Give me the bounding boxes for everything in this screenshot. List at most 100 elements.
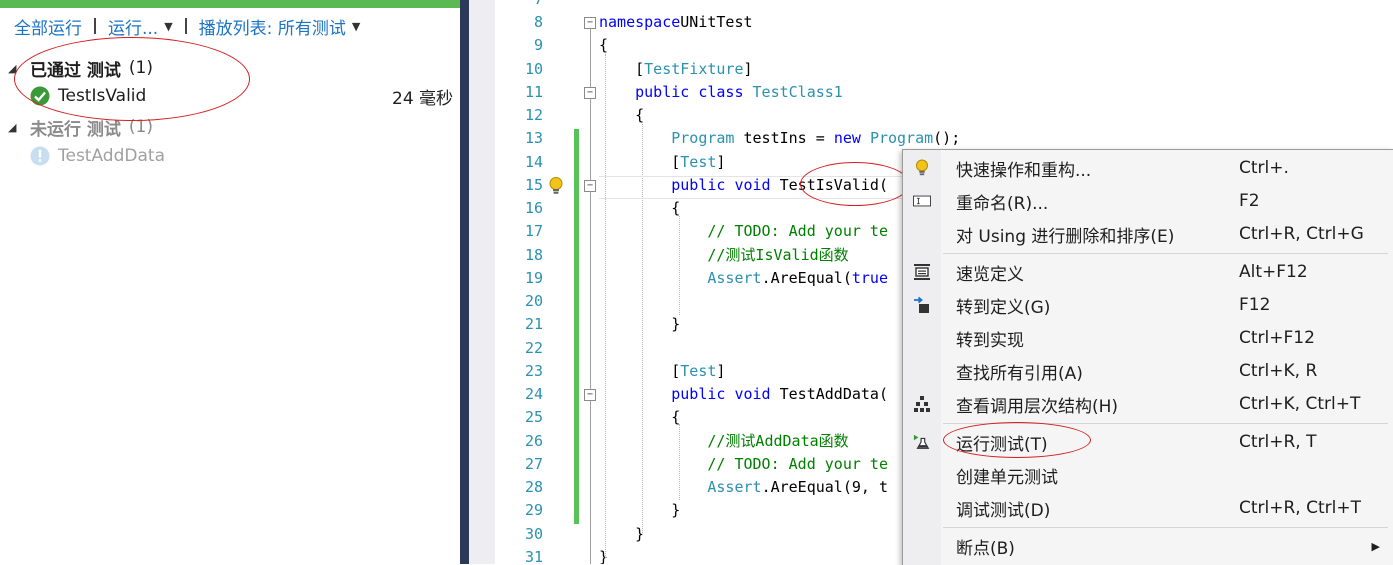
code-line[interactable]: [TestFixture] xyxy=(599,58,752,81)
test-item-testadddata[interactable]: TestAddData xyxy=(30,144,165,168)
line-number: 26 xyxy=(524,431,543,450)
line-number: 19 xyxy=(524,268,543,287)
line-number: 10 xyxy=(524,59,543,78)
code-token: public void xyxy=(671,385,780,403)
menu-item-shortcut: Ctrl+. xyxy=(1239,158,1289,178)
menu-item-label: 断点(B) xyxy=(956,538,1015,559)
menu-item[interactable]: 创建单元测试 xyxy=(903,459,1393,491)
chevron-down-icon[interactable]: ▼ xyxy=(164,20,172,33)
menu-item-shortcut: Ctrl+F12 xyxy=(1239,328,1315,348)
code-line[interactable]: //测试AddData函数 xyxy=(599,430,848,453)
menu-item-label: 转到定义(G) xyxy=(956,297,1051,318)
menu-item[interactable]: 重命名(R)... F2 xyxy=(903,185,1393,217)
code-token: // TODO: Add your te xyxy=(707,222,888,241)
menu-item-shortcut: Ctrl+R, T xyxy=(1239,432,1317,452)
menu-item[interactable]: 查看调用层次结构(H) Ctrl+K, Ctrl+T xyxy=(903,388,1393,420)
test-item-testisvalid[interactable]: TestIsValid xyxy=(30,84,146,108)
line-number: 22 xyxy=(524,338,543,357)
menu-item[interactable]: 快速操作和重构... Ctrl+. xyxy=(903,152,1393,184)
menu-item[interactable]: 速览定义 Alt+F12 xyxy=(903,256,1393,288)
code-line[interactable]: { xyxy=(599,197,680,220)
line-number: 30 xyxy=(524,524,543,543)
info-circle-icon xyxy=(30,146,50,166)
code-token: [ xyxy=(599,152,681,171)
collapse-icon[interactable]: − xyxy=(584,17,596,29)
menu-item[interactable]: 转到定义(G) F12 xyxy=(903,289,1393,321)
menu-item[interactable]: 对 Using 进行删除和排序(E) Ctrl+R, Ctrl+G xyxy=(903,218,1393,250)
chevron-down-icon[interactable]: ▼ xyxy=(352,20,360,33)
line-number: 9 xyxy=(533,36,543,55)
menu-item-label: 运行测试(T) xyxy=(956,434,1048,455)
indent-guide xyxy=(605,54,606,558)
test-name: TestIsValid xyxy=(58,86,147,106)
code-token: { xyxy=(599,36,609,55)
menu-item[interactable]: 查找所有引用(A) Ctrl+K, R xyxy=(903,355,1393,387)
panel-splitter[interactable] xyxy=(460,0,469,564)
code-token: .AreEqual( xyxy=(761,268,852,287)
expand-triangle-icon[interactable]: ◢ xyxy=(8,62,30,75)
collapse-icon[interactable]: − xyxy=(584,87,596,99)
test-group-passed[interactable]: ◢ 已通过 测试 (1) xyxy=(8,56,154,81)
code-line[interactable]: { xyxy=(599,406,680,429)
code-token: { xyxy=(599,199,681,217)
line-number: 29 xyxy=(524,501,543,520)
lightbulb-icon[interactable] xyxy=(547,176,565,196)
code-line[interactable]: //测试IsValid函数 xyxy=(599,244,849,267)
code-token: .AreEqual(9, t xyxy=(761,478,888,496)
code-token: //测试IsValid函数 xyxy=(707,245,849,264)
run-test-icon xyxy=(913,433,931,451)
line-number: 24 xyxy=(524,385,543,403)
run-all-link[interactable]: 全部运行 xyxy=(14,14,82,39)
menu-item-label: 查看调用层次结构(H) xyxy=(956,396,1119,417)
expand-triangle-icon[interactable]: ◢ xyxy=(8,121,30,134)
menu-item-label: 转到实现 xyxy=(956,330,1024,351)
code-line[interactable]: namespaceUNitTest xyxy=(599,11,753,34)
code-line[interactable]: } xyxy=(599,313,680,336)
line-number: 27 xyxy=(524,454,543,473)
code-line[interactable]: Program testIns = new Program(); xyxy=(599,127,960,150)
code-token: TestAddData( xyxy=(779,385,888,403)
menu-item-label: 创建单元测试 xyxy=(956,467,1058,488)
run-menu-link[interactable]: 运行... xyxy=(108,14,158,39)
menu-item[interactable]: 调试测试(D) Ctrl+R, Ctrl+T xyxy=(903,492,1393,524)
lightbulb-icon xyxy=(913,159,931,177)
playlist-dropdown[interactable]: 播放列表: 所有测试 xyxy=(199,14,346,39)
code-line[interactable]: [Test] xyxy=(599,151,725,174)
code-token: TestClass1 xyxy=(752,82,843,101)
line-number: 11 xyxy=(524,82,543,101)
menu-item-label: 调试测试(D) xyxy=(956,500,1051,521)
line-number: 21 xyxy=(524,315,543,334)
code-token: Test xyxy=(680,361,717,380)
code-token: true xyxy=(851,268,888,287)
collapse-icon[interactable]: − xyxy=(584,180,596,192)
code-token: Program xyxy=(869,129,934,148)
code-line[interactable]: [Test] xyxy=(599,360,725,383)
line-number: 7 xyxy=(495,0,543,11)
menu-item-shortcut: Ctrl+K, Ctrl+T xyxy=(1239,394,1361,414)
menu-item[interactable]: 断点(B) ▶ xyxy=(903,530,1393,562)
code-line[interactable]: { xyxy=(599,34,608,57)
code-line[interactable]: public class TestClass1 xyxy=(599,81,843,104)
line-number: 20 xyxy=(524,292,543,310)
group-name: 已通过 测试 xyxy=(30,60,121,81)
line-number: 18 xyxy=(524,245,543,264)
peek-definition-icon xyxy=(913,263,931,281)
check-circle-icon xyxy=(30,86,50,106)
line-number: 23 xyxy=(524,361,543,380)
test-group-not-run[interactable]: ◢ 未运行 测试 (1) xyxy=(8,115,153,140)
code-token: testIns = xyxy=(734,129,834,148)
menu-item-label: 对 Using 进行删除和排序(E) xyxy=(956,226,1175,247)
toolbar-separator xyxy=(94,18,96,34)
collapse-icon[interactable]: − xyxy=(584,389,596,401)
menu-item[interactable]: 转到实现 Ctrl+F12 xyxy=(903,322,1393,354)
context-menu: 快速操作和重构... Ctrl+. 重命名(R)... F2 对 Using 进行删除和… xyxy=(902,149,1393,565)
code-line[interactable]: } xyxy=(599,499,680,522)
current-line-highlight xyxy=(599,176,909,199)
code-line[interactable]: } xyxy=(599,546,608,564)
line-number: 25 xyxy=(524,408,543,427)
group-count: (1) xyxy=(128,58,154,78)
menu-item[interactable]: 运行测试(T) Ctrl+R, T xyxy=(903,426,1393,458)
